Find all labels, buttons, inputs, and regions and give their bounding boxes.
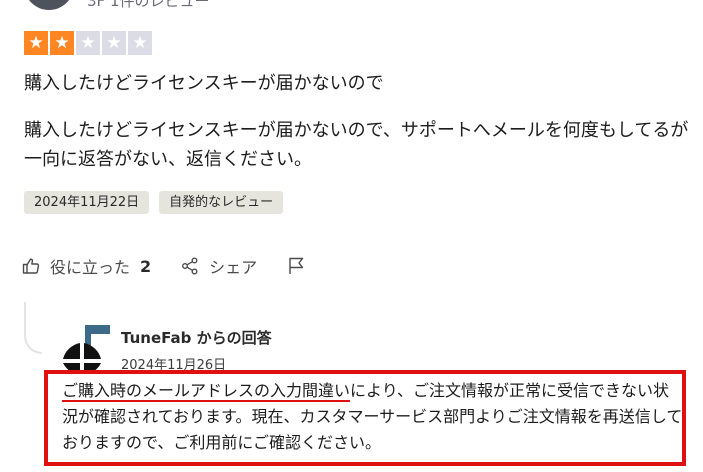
star-icon: ★ [50, 31, 74, 55]
reply-author: TuneFab からの回答 [121, 329, 272, 347]
reply-connector [24, 302, 42, 354]
review-actions: 役に立った 2 シェア [22, 254, 335, 278]
review-count: 3F 1件のレビュー [87, 0, 210, 10]
helpful-label: 役に立った [50, 258, 131, 277]
reply-text: ご購入時のメールアドレスの入力間違いにより、ご注文情報が正常に受信できない状況が… [62, 378, 684, 456]
company-logo [63, 325, 110, 375]
star-icon: ★ [24, 31, 48, 55]
review-date-badge: 2024年11月22日 [24, 191, 150, 214]
reply-highlight-box: ご購入時のメールアドレスの入力間違いにより、ご注文情報が正常に受信できない状況が… [44, 370, 686, 466]
unprompted-review-badge[interactable]: 自発的なレビュー [159, 191, 284, 214]
star-icon: ★ [102, 31, 126, 55]
avatar[interactable] [24, 0, 74, 10]
report-button[interactable] [287, 257, 305, 275]
helpful-button[interactable]: 役に立った 2 [22, 254, 151, 278]
share-label: シェア [209, 258, 258, 277]
review-title: 購入したけどライセンスキーが届かないので [24, 73, 384, 94]
flag-icon [289, 257, 304, 274]
reply-highlighted-text: ご購入時のメールアドレスの入力間違い [62, 381, 351, 400]
share-icon [182, 257, 198, 275]
star-icon: ★ [76, 31, 100, 55]
review-body: 購入したけどライセンスキーが届かないので、サポートへメールを何度もしてるが一向に… [24, 120, 689, 170]
thumbs-up-icon [22, 258, 40, 274]
star-rating: ★ ★ ★ ★ ★ [24, 31, 152, 55]
review-tags: 2024年11月22日 自発的なレビュー [24, 191, 284, 214]
share-button[interactable]: シェア [181, 254, 257, 278]
star-icon: ★ [128, 31, 152, 55]
helpful-count: 2 [140, 256, 152, 276]
